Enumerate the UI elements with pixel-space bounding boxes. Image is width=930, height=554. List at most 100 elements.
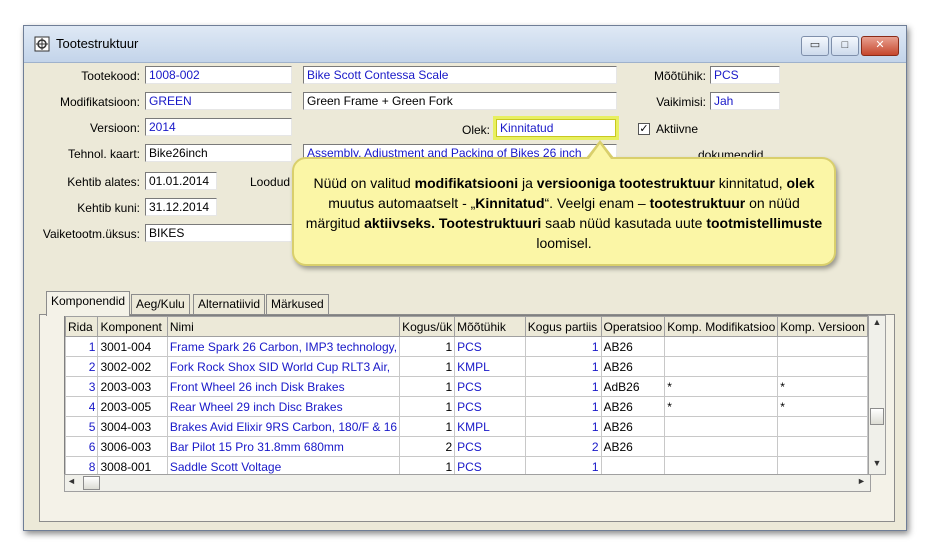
cell-operatsioon[interactable]: AB26 — [600, 436, 666, 457]
cell-kogus-uhik[interactable]: 1 — [399, 376, 456, 397]
tootekood-description[interactable]: Bike Scott Contessa Scale — [303, 66, 617, 84]
cell-komp-modifikatsioon[interactable] — [664, 416, 779, 437]
cell-komponent[interactable]: 3001-004 — [97, 336, 168, 357]
cell-komponent[interactable]: 3002-002 — [97, 356, 168, 377]
mootuhik-input[interactable]: PCS — [710, 66, 780, 84]
column-header-komp-modifikatsioon[interactable]: Komp. Modifikatsioo — [664, 316, 779, 337]
vaikimisi-input[interactable]: Jah — [710, 92, 780, 110]
column-header-nimi[interactable]: Nimi — [166, 316, 401, 337]
tootekood-input[interactable]: 1008-002 — [145, 66, 292, 84]
vertical-scrollbar[interactable]: ▲ ▼ — [868, 315, 886, 475]
aktiivne-checkbox[interactable]: ✓ — [638, 123, 650, 135]
cell-kogus-uhik[interactable]: 1 — [399, 356, 456, 377]
table-row[interactable]: 1 3001-004 Frame Spark 26 Carbon, IMP3 tec… — [64, 336, 868, 357]
column-header-rida[interactable]: Rida — [64, 316, 99, 337]
tab-komponendid[interactable]: Komponendid — [46, 291, 131, 316]
column-header-komponent[interactable]: Komponent — [97, 316, 168, 337]
cell-kogus-uhik[interactable]: 2 — [399, 436, 456, 457]
cell-komp-versioon[interactable] — [777, 336, 868, 357]
cell-komp-versioon[interactable] — [777, 356, 868, 377]
components-grid[interactable]: Rida Komponent Nimi Kogus/ük Mõõtühik Kogus p… — [64, 315, 869, 478]
cell-komponent[interactable]: 2003-003 — [97, 376, 168, 397]
modifikatsioon-description[interactable]: Green Frame + Green Fork — [303, 92, 617, 110]
cell-operatsioon[interactable]: AdB26 — [600, 376, 666, 397]
cell-rida[interactable]: 6 — [64, 436, 99, 457]
tab-markused[interactable]: Märkused — [266, 294, 329, 315]
horizontal-scroll-thumb[interactable] — [83, 476, 100, 490]
modifikatsioon-input[interactable]: GREEN — [145, 92, 292, 110]
cell-operatsioon[interactable]: AB26 — [600, 356, 666, 377]
table-row[interactable]: 5 3004-003 Brakes Avid Elixir 9RS Carbon, … — [64, 416, 868, 437]
cell-kogus-uhik[interactable]: 1 — [399, 416, 456, 437]
cell-komp-versioon[interactable]: * — [777, 376, 868, 397]
cell-komp-modifikatsioon[interactable]: * — [664, 396, 779, 417]
maximize-button[interactable]: □ — [831, 36, 859, 56]
horizontal-scrollbar[interactable]: ◄ ► — [64, 474, 871, 492]
cell-rida[interactable]: 5 — [64, 416, 99, 437]
app-icon — [34, 36, 50, 52]
cell-rida[interactable]: 3 — [64, 376, 99, 397]
tab-alternatiivid[interactable]: Alternatiivid — [193, 294, 266, 315]
cell-kogus-partiis[interactable]: 1 — [524, 376, 602, 397]
cell-komponent[interactable]: 3004-003 — [97, 416, 168, 437]
cell-komp-modifikatsioon[interactable]: * — [664, 376, 779, 397]
cell-kogus-partiis[interactable]: 1 — [524, 356, 602, 377]
cell-rida[interactable]: 2 — [64, 356, 99, 377]
cell-komponent[interactable]: 3006-003 — [97, 436, 168, 457]
table-row[interactable]: 6 3006-003 Bar Pilot 15 Pro 31.8mm 680mm 2 P… — [64, 436, 868, 457]
cell-kogus-uhik[interactable]: 1 — [399, 336, 456, 357]
vertical-scroll-thumb[interactable] — [870, 408, 884, 425]
olek-select[interactable]: Kinnitatud — [496, 119, 616, 137]
cell-mootuhik[interactable]: KMPL — [454, 356, 526, 377]
tehnol-kaart-input[interactable]: Bike26inch — [145, 144, 292, 162]
cell-nimi[interactable]: Bar Pilot 15 Pro 31.8mm 680mm — [166, 436, 401, 457]
cell-nimi[interactable]: Front Wheel 26 inch Disk Brakes — [166, 376, 401, 397]
cell-komponent[interactable]: 2003-005 — [97, 396, 168, 417]
kehtib-alates-input[interactable]: 01.01.2014 — [145, 172, 217, 190]
table-row[interactable]: 3 2003-003 Front Wheel 26 inch Disk Brakes… — [64, 376, 868, 397]
cell-kogus-partiis[interactable]: 1 — [524, 416, 602, 437]
versioon-input[interactable]: 2014 — [145, 118, 292, 136]
column-header-kogus-partiis[interactable]: Kogus partiis — [524, 316, 602, 337]
title-bar[interactable]: Tootestruktuur ▭ □ ✕ — [24, 26, 906, 63]
cell-komp-versioon[interactable] — [777, 416, 868, 437]
column-header-komp-versioon[interactable]: Komp. Versioon — [777, 316, 868, 337]
cell-kogus-partiis[interactable]: 2 — [524, 436, 602, 457]
cell-nimi[interactable]: Fork Rock Shox SID World Cup RLT3 Air, — [166, 356, 401, 377]
close-button[interactable]: ✕ — [861, 36, 899, 56]
cell-operatsioon[interactable]: AB26 — [600, 416, 666, 437]
cell-komp-modifikatsioon[interactable] — [664, 336, 779, 357]
cell-mootuhik[interactable]: PCS — [454, 336, 526, 357]
scroll-right-icon[interactable]: ► — [857, 476, 866, 486]
table-row[interactable]: 2 3002-002 Fork Rock Shox SID World Cup RL… — [64, 356, 868, 377]
cell-kogus-uhik[interactable]: 1 — [399, 396, 456, 417]
cell-operatsioon[interactable]: AB26 — [600, 396, 666, 417]
vaiketootm-uksus-input[interactable]: BIKES — [145, 224, 292, 242]
cell-nimi[interactable]: Rear Wheel 29 inch Disc Brakes — [166, 396, 401, 417]
cell-komp-versioon[interactable] — [777, 436, 868, 457]
cell-mootuhik[interactable]: PCS — [454, 396, 526, 417]
cell-rida[interactable]: 4 — [64, 396, 99, 417]
tab-aeg-kulu[interactable]: Aeg/Kulu — [131, 294, 190, 315]
kehtib-kuni-input[interactable]: 31.12.2014 — [145, 198, 217, 216]
scroll-left-icon[interactable]: ◄ — [67, 476, 76, 486]
cell-komp-versioon[interactable]: * — [777, 396, 868, 417]
cell-mootuhik[interactable]: KMPL — [454, 416, 526, 437]
cell-operatsioon[interactable]: AB26 — [600, 336, 666, 357]
cell-mootuhik[interactable]: PCS — [454, 376, 526, 397]
scroll-down-icon[interactable]: ▼ — [869, 458, 885, 468]
column-header-operatsioon[interactable]: Operatsioo — [600, 316, 666, 337]
table-row[interactable]: 4 2003-005 Rear Wheel 29 inch Disc Brakes 1… — [64, 396, 868, 417]
minimize-button[interactable]: ▭ — [801, 36, 829, 56]
column-header-kogus-uhik[interactable]: Kogus/ük — [399, 316, 456, 337]
cell-nimi[interactable]: Frame Spark 26 Carbon, IMP3 technology, — [166, 336, 401, 357]
scroll-up-icon[interactable]: ▲ — [869, 317, 885, 327]
cell-komp-modifikatsioon[interactable] — [664, 356, 779, 377]
cell-rida[interactable]: 1 — [64, 336, 99, 357]
cell-komp-modifikatsioon[interactable] — [664, 436, 779, 457]
cell-mootuhik[interactable]: PCS — [454, 436, 526, 457]
column-header-mootuhik[interactable]: Mõõtühik — [454, 316, 526, 337]
cell-kogus-partiis[interactable]: 1 — [524, 396, 602, 417]
cell-nimi[interactable]: Brakes Avid Elixir 9RS Carbon, 180/F & 1… — [166, 416, 401, 437]
cell-kogus-partiis[interactable]: 1 — [524, 336, 602, 357]
